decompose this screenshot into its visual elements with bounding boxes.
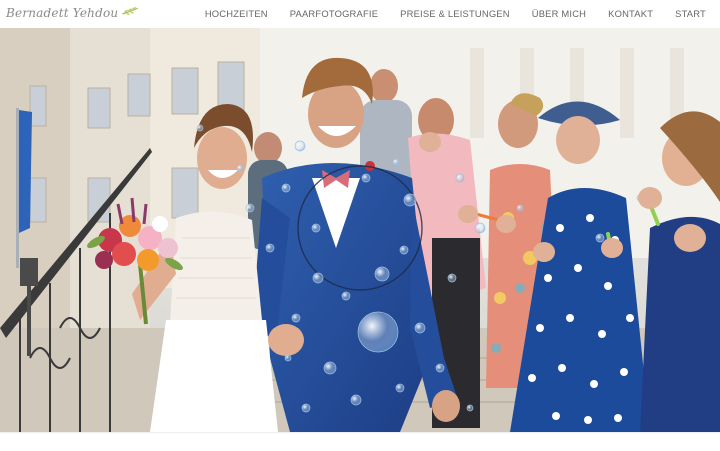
leaf-branch-icon xyxy=(121,4,139,22)
hero-image-wedding-couple xyxy=(0,28,720,432)
nav-item-paarfotografie[interactable]: PAARFOTOGRAFIE xyxy=(290,8,378,19)
main-nav: HOCHZEITEN PAARFOTOGRAFIE PREISE & LEIST… xyxy=(205,0,706,26)
logo-text: Bernadett Yehdou xyxy=(6,6,119,20)
nav-item-kontakt[interactable]: KONTAKT xyxy=(608,8,653,19)
site-logo[interactable]: Bernadett Yehdou xyxy=(6,2,139,24)
nav-item-ueber-mich[interactable]: ÜBER MICH xyxy=(532,8,586,19)
nav-item-hochzeiten[interactable]: HOCHZEITEN xyxy=(205,8,268,19)
site-header: Bernadett Yehdou HOCHZEITEN PAARFOTOGRAF… xyxy=(0,0,720,26)
nav-item-preise-leistungen[interactable]: PREISE & LEISTUNGEN xyxy=(400,8,510,19)
hero-illustration xyxy=(0,28,720,432)
nav-item-start[interactable]: START xyxy=(675,8,706,19)
page-content-start xyxy=(0,432,720,451)
